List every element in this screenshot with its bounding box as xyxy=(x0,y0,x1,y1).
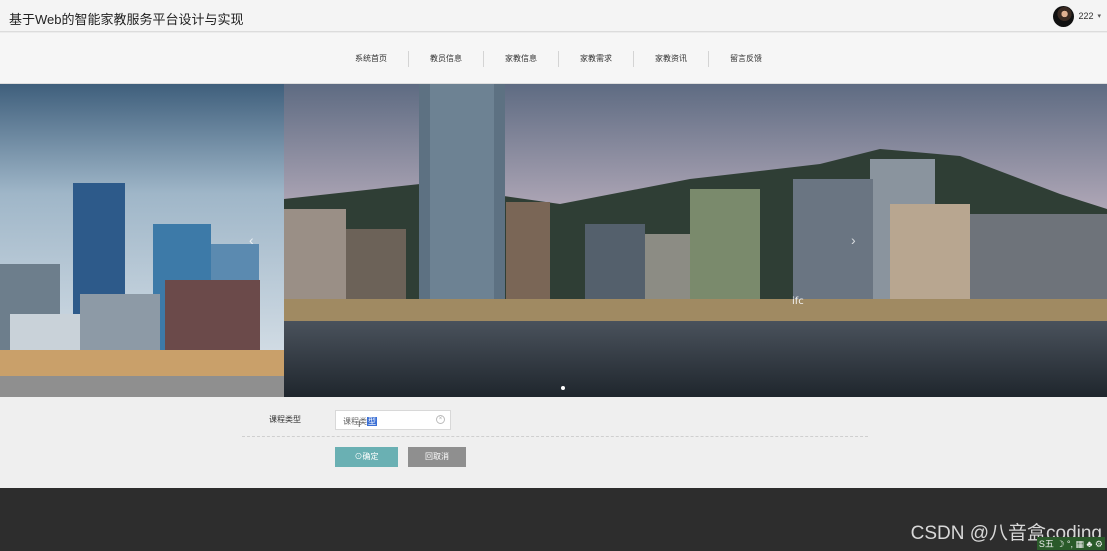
course-type-label: 课程类型 xyxy=(269,415,301,424)
main-nav: 系统首页 教员信息 家教信息 家教需求 家教资讯 留言反馈 xyxy=(0,33,1107,84)
nav-item-feedback[interactable]: 留言反馈 xyxy=(708,51,783,67)
banner-carousel[interactable]: ifc ‹ › xyxy=(0,84,1107,397)
chevron-right-icon[interactable]: › xyxy=(851,232,856,248)
nav-item-tutoring-info[interactable]: 家教信息 xyxy=(483,51,558,67)
nav-item-teachers[interactable]: 教员信息 xyxy=(408,51,483,67)
text-cursor-icon: I xyxy=(358,419,361,429)
nav-list: 系统首页 教员信息 家教信息 家教需求 家教资讯 留言反馈 xyxy=(334,51,783,67)
course-type-value-text: 课程类 xyxy=(343,417,367,426)
chevron-down-icon[interactable]: ▾ xyxy=(1097,12,1101,20)
ime-toolbar[interactable]: S五 ☽ °, ▦ ♣ ⚙ xyxy=(1036,537,1105,550)
user-menu[interactable]: 222 ▾ xyxy=(1053,5,1101,27)
nav-item-news[interactable]: 家教资讯 xyxy=(633,51,708,67)
divider xyxy=(242,436,868,437)
user-name[interactable]: 222 xyxy=(1078,11,1093,21)
avatar[interactable] xyxy=(1053,5,1075,27)
confirm-button[interactable]: ⊙确定 xyxy=(335,447,398,467)
site-title: 基于Web的智能家教服务平台设计与实现 xyxy=(9,12,244,27)
clear-icon[interactable]: × xyxy=(436,415,445,424)
cancel-button[interactable]: 回取消 xyxy=(408,447,466,467)
ifc-sign: ifc xyxy=(792,296,804,307)
nav-item-tutoring-demand[interactable]: 家教需求 xyxy=(558,51,633,67)
text-selection: 型 xyxy=(367,417,377,426)
banner-image: ifc xyxy=(0,84,1107,397)
footer: CSDN @八音盒coding S五 ☽ °, ▦ ♣ ⚙ xyxy=(0,488,1107,551)
chevron-left-icon[interactable]: ‹ xyxy=(249,232,254,248)
top-bar: 基于Web的智能家教服务平台设计与实现 222 ▾ xyxy=(0,0,1107,32)
carousel-indicator[interactable] xyxy=(561,386,565,390)
filter-form: 课程类型 课程类型 I × ⊙确定 回取消 xyxy=(0,397,1107,488)
course-type-select[interactable]: 课程类型 I × xyxy=(335,410,451,430)
nav-item-home[interactable]: 系统首页 xyxy=(334,51,408,67)
